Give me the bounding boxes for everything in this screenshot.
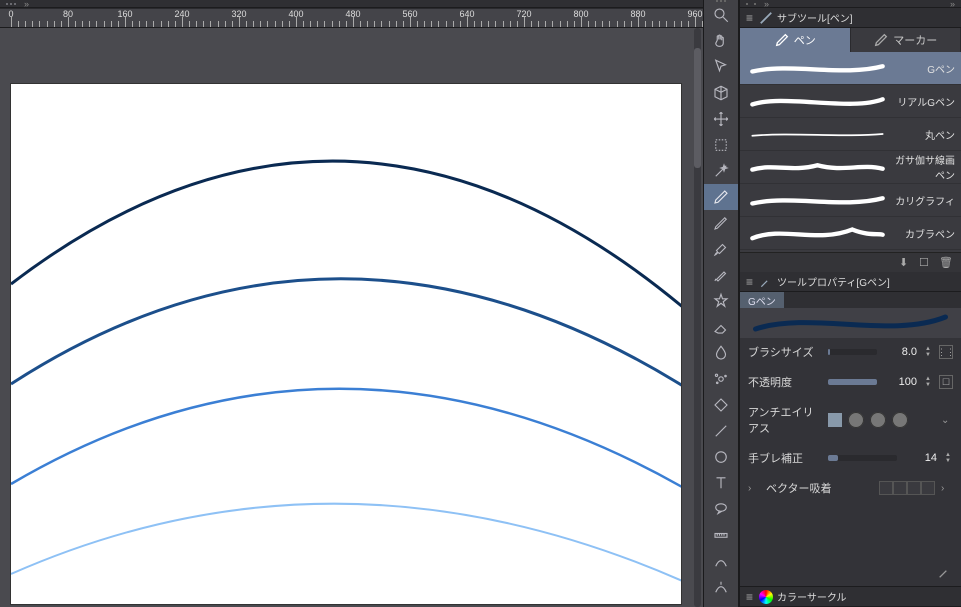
cursor-icon[interactable] <box>704 54 738 80</box>
color-circle-icon <box>759 590 773 604</box>
new-icon[interactable]: ☐ <box>919 256 933 270</box>
marquee-icon[interactable] <box>704 132 738 158</box>
opacity-pressure-toggle[interactable]: ☐ <box>939 375 953 389</box>
trash-icon[interactable]: 🗑 <box>939 256 953 270</box>
antialias-weak[interactable] <box>848 412 864 428</box>
ruler-icon[interactable] <box>704 522 738 548</box>
panel-menu-icon[interactable]: ≡ <box>744 275 755 289</box>
vector-snap-options[interactable] <box>879 481 935 495</box>
panel-collapse-bar[interactable]: » » <box>740 0 961 8</box>
brush-item[interactable]: カブラペン <box>740 217 961 250</box>
brush-stroke-preview <box>748 91 887 111</box>
antialias-row: アンチエイリアス ⌄ <box>748 404 953 436</box>
stabilize-row: 手ブレ補正 14 ▲▼ <box>748 450 953 466</box>
text-icon[interactable] <box>704 470 738 496</box>
brush-name: 丸ペン <box>887 127 955 142</box>
brush-name: リアルGペン <box>887 94 955 109</box>
download-icon[interactable]: ⬇ <box>899 256 913 270</box>
eraser-icon[interactable] <box>704 314 738 340</box>
horizontal-ruler: 080160240320400480560640720800880960 <box>0 8 703 28</box>
opacity-stepper[interactable]: ▲▼ <box>923 376 933 388</box>
property-tab[interactable]: Gペン <box>740 292 961 308</box>
stabilize-slider[interactable] <box>828 455 897 461</box>
line-icon[interactable] <box>704 418 738 444</box>
brush-item[interactable]: ガサ伽サ線画ペン <box>740 151 961 184</box>
antialias-mid[interactable] <box>870 412 886 428</box>
subtool-tab-0[interactable]: ペン <box>740 28 851 52</box>
subtool-panel-title: サブツール[ペン] <box>777 10 853 25</box>
brush-stroke-preview <box>748 58 887 78</box>
top-handle: » <box>0 0 703 8</box>
opacity-slider[interactable] <box>828 379 877 385</box>
droplet-icon[interactable] <box>704 340 738 366</box>
stabilize-stepper[interactable]: ▲▼ <box>943 452 953 464</box>
brush-item[interactable]: 効果線用 <box>740 250 961 252</box>
circle-icon[interactable] <box>704 444 738 470</box>
wrench-icon <box>759 275 773 289</box>
brush-stroke-preview <box>748 124 887 144</box>
splash-icon[interactable] <box>704 366 738 392</box>
panel-menu-icon[interactable]: ≡ <box>744 11 755 25</box>
subtool-panel-header: ≡ サブツール[ペン] <box>740 8 961 28</box>
line-edit-icon[interactable] <box>704 548 738 574</box>
star-icon[interactable] <box>704 288 738 314</box>
brush-stroke-preview <box>748 157 887 177</box>
antialias-expand[interactable]: ⌄ <box>941 415 953 426</box>
wand-icon[interactable] <box>704 158 738 184</box>
diamond-icon[interactable] <box>704 392 738 418</box>
vertical-scrollbar[interactable] <box>694 28 701 607</box>
brush-icon[interactable] <box>704 236 738 262</box>
property-panel-header: ≡ ツールプロパティ[Gペン] <box>740 272 961 292</box>
right-panels: » » ≡ サブツール[ペン] ペンマーカー GペンリアルGペン丸ペンガサ伽サ線… <box>739 0 961 607</box>
brush-item[interactable]: カリグラフィ <box>740 184 961 217</box>
color-panel-title: カラーサークル <box>777 589 847 604</box>
brush-item[interactable]: Gペン <box>740 52 961 85</box>
cube-icon[interactable] <box>704 80 738 106</box>
brush-item[interactable]: リアルGペン <box>740 85 961 118</box>
vector-expand[interactable]: › <box>748 483 760 494</box>
brush-size-slider[interactable] <box>828 349 877 355</box>
color-panel-header: ≡ カラーサークル <box>740 587 961 607</box>
brush-name: カブラペン <box>887 226 955 241</box>
hand-icon[interactable] <box>704 28 738 54</box>
brush-size-stepper[interactable]: ▲▼ <box>923 346 933 358</box>
pen-icon[interactable] <box>704 184 738 210</box>
antialias-strong[interactable] <box>892 412 908 428</box>
move-arrows-icon[interactable] <box>704 106 738 132</box>
tool-palette <box>703 0 739 607</box>
magnify-icon[interactable] <box>704 2 738 28</box>
vector-more[interactable]: › <box>941 483 953 494</box>
brush-size-row: ブラシサイズ 8.0 ▲▼ ⋮⋮ <box>748 344 953 360</box>
canvas[interactable] <box>11 84 681 604</box>
brush-list: GペンリアルGペン丸ペンガサ伽サ線画ペンカリグラフィカブラペン効果線用 <box>740 52 961 252</box>
antialias-none[interactable] <box>828 413 842 427</box>
vector-snap-row: › ベクター吸着 › <box>748 480 953 496</box>
brush-item[interactable]: 丸ペン <box>740 118 961 151</box>
panel-menu-icon[interactable]: ≡ <box>744 590 755 604</box>
brush-name: カリグラフィ <box>887 193 955 208</box>
opacity-row: 不透明度 100 ▲▼ ☐ <box>748 374 953 390</box>
brush-preview <box>740 308 961 338</box>
fix-line-icon[interactable] <box>704 574 738 600</box>
eyedropper-icon[interactable] <box>704 600 738 607</box>
subtool-tabs: ペンマーカー <box>740 28 961 52</box>
subtool-tab-1[interactable]: マーカー <box>851 28 961 52</box>
brush-name: Gペン <box>887 61 955 76</box>
property-panel-title: ツールプロパティ[Gペン] <box>777 274 890 289</box>
brush-list-footer: ⬇ ☐ 🗑 <box>740 252 961 272</box>
airbrush-icon[interactable] <box>704 262 738 288</box>
pressure-toggle[interactable]: ⋮⋮ <box>939 345 953 359</box>
property-settings-button[interactable] <box>740 558 961 586</box>
brush-stroke-preview <box>748 190 887 210</box>
balloon-icon[interactable] <box>704 496 738 522</box>
pen-icon <box>759 11 773 25</box>
brush-name: ガサ伽サ線画ペン <box>887 152 955 182</box>
canvas-pane: » 080160240320400480560640720800880960 <box>0 0 703 607</box>
pencil-icon[interactable] <box>704 210 738 236</box>
canvas-viewport[interactable] <box>0 28 703 607</box>
brush-stroke-preview <box>748 223 887 243</box>
